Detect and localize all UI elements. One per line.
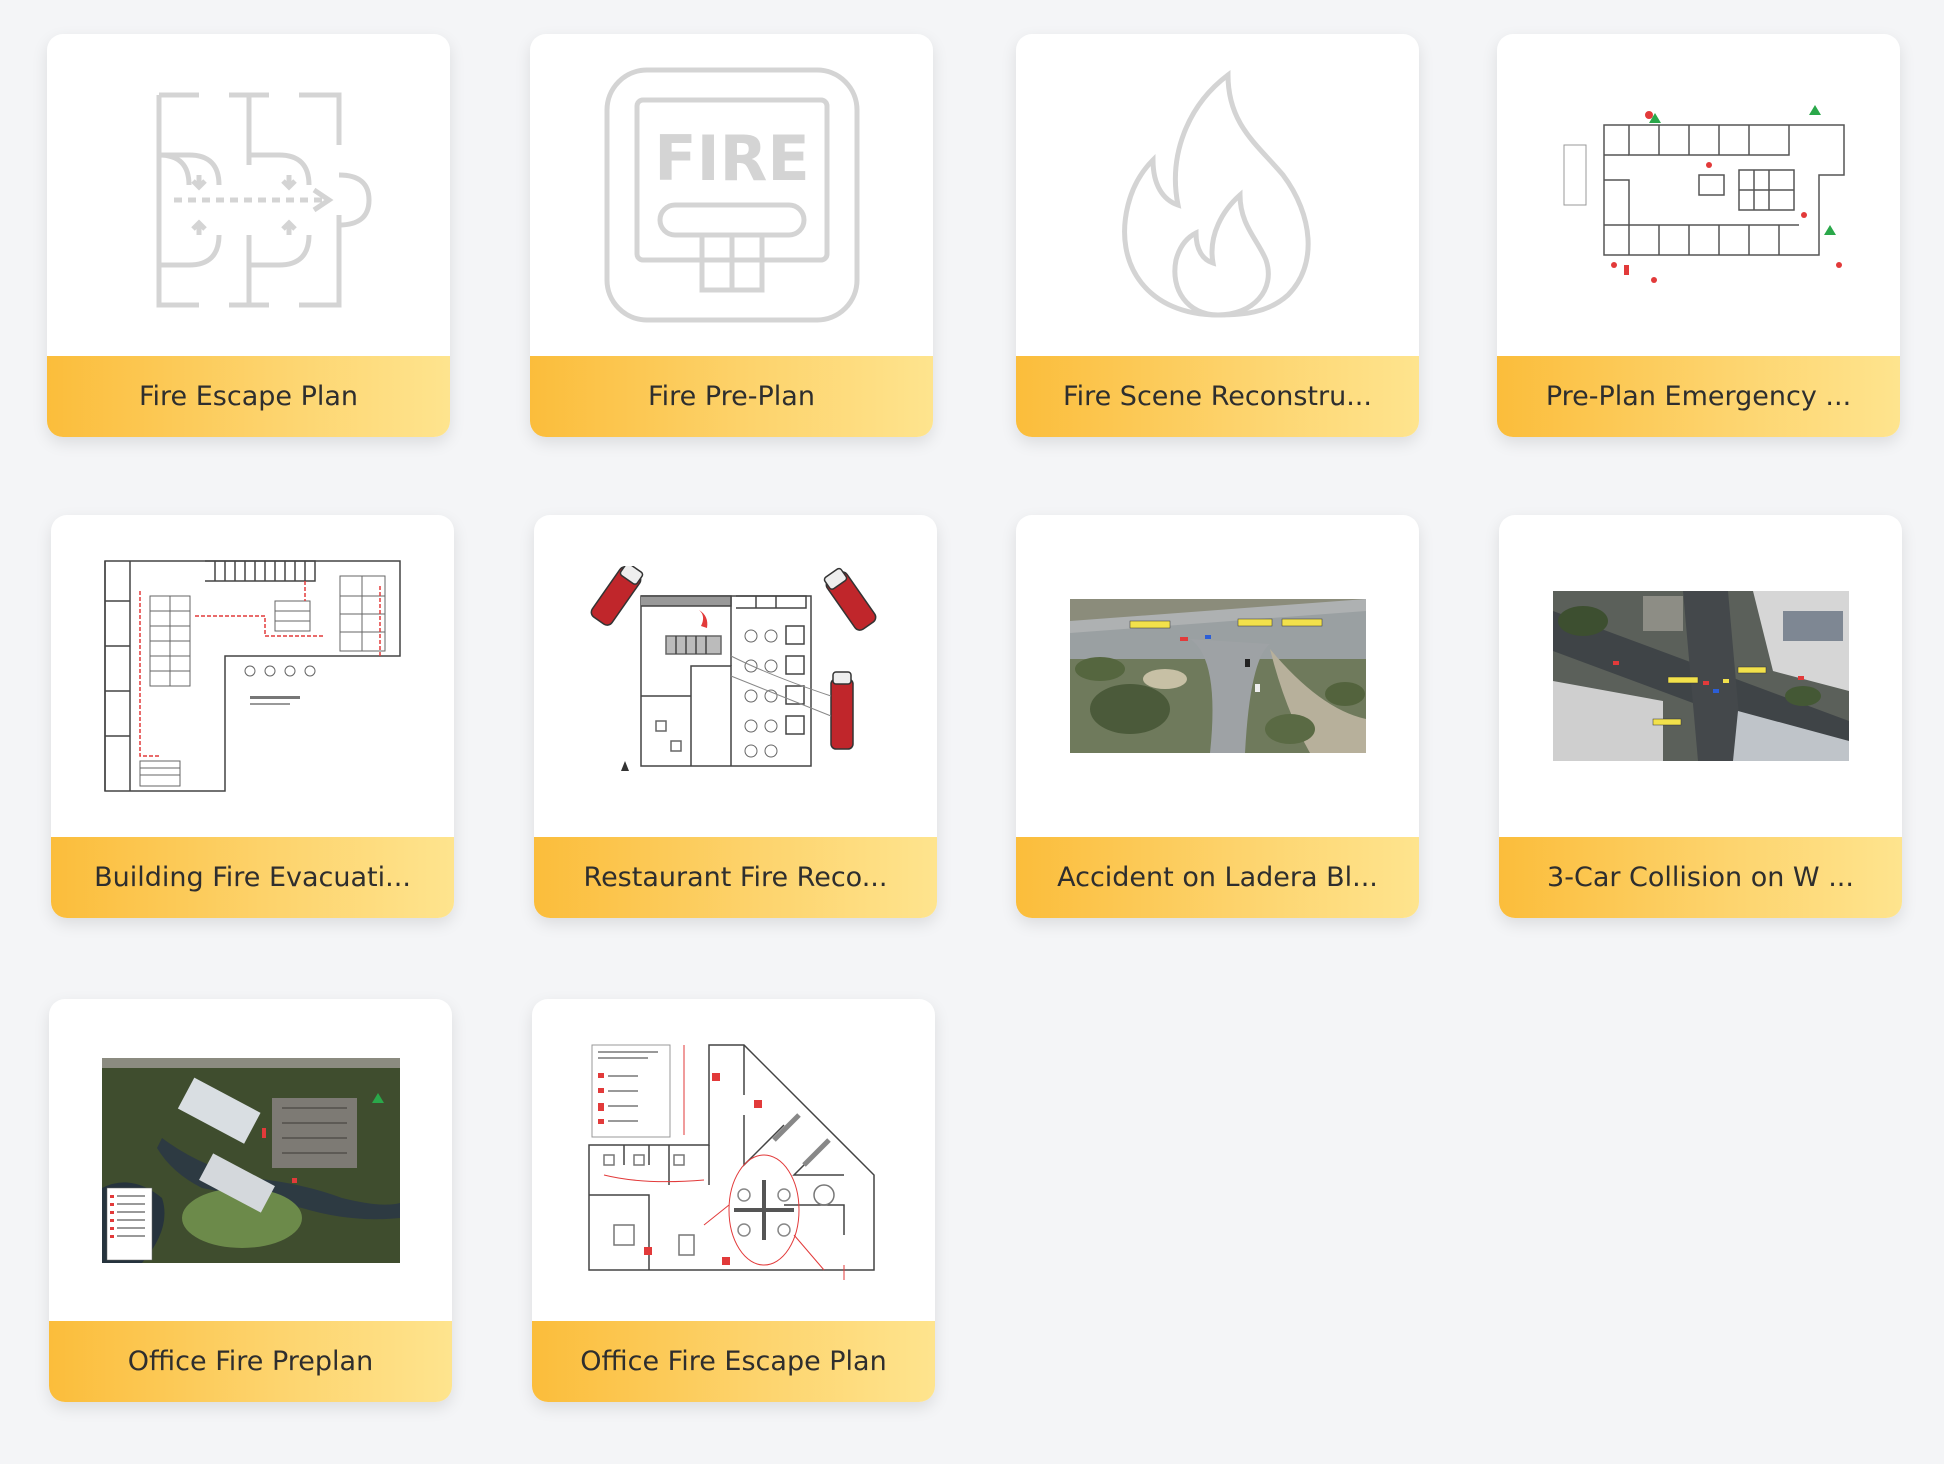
aerial-collision-thumbnail xyxy=(1552,591,1849,761)
template-thumbnail xyxy=(532,999,935,1321)
template-thumbnail xyxy=(49,999,452,1321)
emergency-floorplan-thumbnail xyxy=(1563,105,1845,283)
template-card-pre-plan-emergency[interactable]: Pre-Plan Emergency ... xyxy=(1497,34,1900,437)
aerial-office-thumbnail xyxy=(101,1057,400,1263)
template-title: Office Fire Escape Plan xyxy=(532,1321,935,1402)
template-card-building-fire-evacuation[interactable]: Building Fire Evacuati... xyxy=(51,515,454,918)
template-card-3-car-collision[interactable]: 3-Car Collision on W ... xyxy=(1499,515,1902,918)
aerial-accident-thumbnail xyxy=(1069,599,1366,753)
template-title: Accident on Ladera Bl... xyxy=(1016,837,1419,918)
template-card-office-fire-escape-plan[interactable]: Office Fire Escape Plan xyxy=(532,999,935,1402)
restaurant-fire-thumbnail xyxy=(590,566,876,771)
building-evacuation-thumbnail xyxy=(104,560,401,792)
template-card-restaurant-fire-reconstruction[interactable]: Restaurant Fire Reco... xyxy=(534,515,937,918)
template-grid: Fire Escape Plan FIRE Fire Pre-Plan Fire… xyxy=(0,0,1944,1464)
template-thumbnail xyxy=(51,515,454,837)
template-title: Fire Scene Reconstru... xyxy=(1016,356,1419,437)
office-escape-floorplan-thumbnail xyxy=(587,1044,875,1280)
fire-escape-floorplan-icon xyxy=(156,92,372,308)
template-thumbnail xyxy=(1497,34,1900,356)
flame-icon xyxy=(1121,69,1310,318)
template-card-fire-escape-plan[interactable]: Fire Escape Plan xyxy=(47,34,450,437)
template-title: Fire Pre-Plan xyxy=(530,356,933,437)
template-card-office-fire-preplan[interactable]: Office Fire Preplan xyxy=(49,999,452,1402)
template-title: Fire Escape Plan xyxy=(47,356,450,437)
template-card-fire-pre-plan[interactable]: FIRE Fire Pre-Plan xyxy=(530,34,933,437)
template-title: Restaurant Fire Reco... xyxy=(534,837,937,918)
template-thumbnail xyxy=(47,34,450,356)
fire-sign-text: FIRE xyxy=(654,122,810,195)
template-title: Building Fire Evacuati... xyxy=(51,837,454,918)
template-thumbnail: FIRE xyxy=(530,34,933,356)
template-title: 3-Car Collision on W ... xyxy=(1499,837,1902,918)
template-card-fire-scene-reconstruction[interactable]: Fire Scene Reconstru... xyxy=(1016,34,1419,437)
fire-sign-icon: FIRE xyxy=(604,67,859,323)
template-card-accident-ladera[interactable]: Accident on Ladera Bl... xyxy=(1016,515,1419,918)
template-thumbnail xyxy=(1499,515,1902,837)
template-thumbnail xyxy=(1016,34,1419,356)
template-thumbnail xyxy=(534,515,937,837)
template-title: Pre-Plan Emergency ... xyxy=(1497,356,1900,437)
template-title: Office Fire Preplan xyxy=(49,1321,452,1402)
template-thumbnail xyxy=(1016,515,1419,837)
